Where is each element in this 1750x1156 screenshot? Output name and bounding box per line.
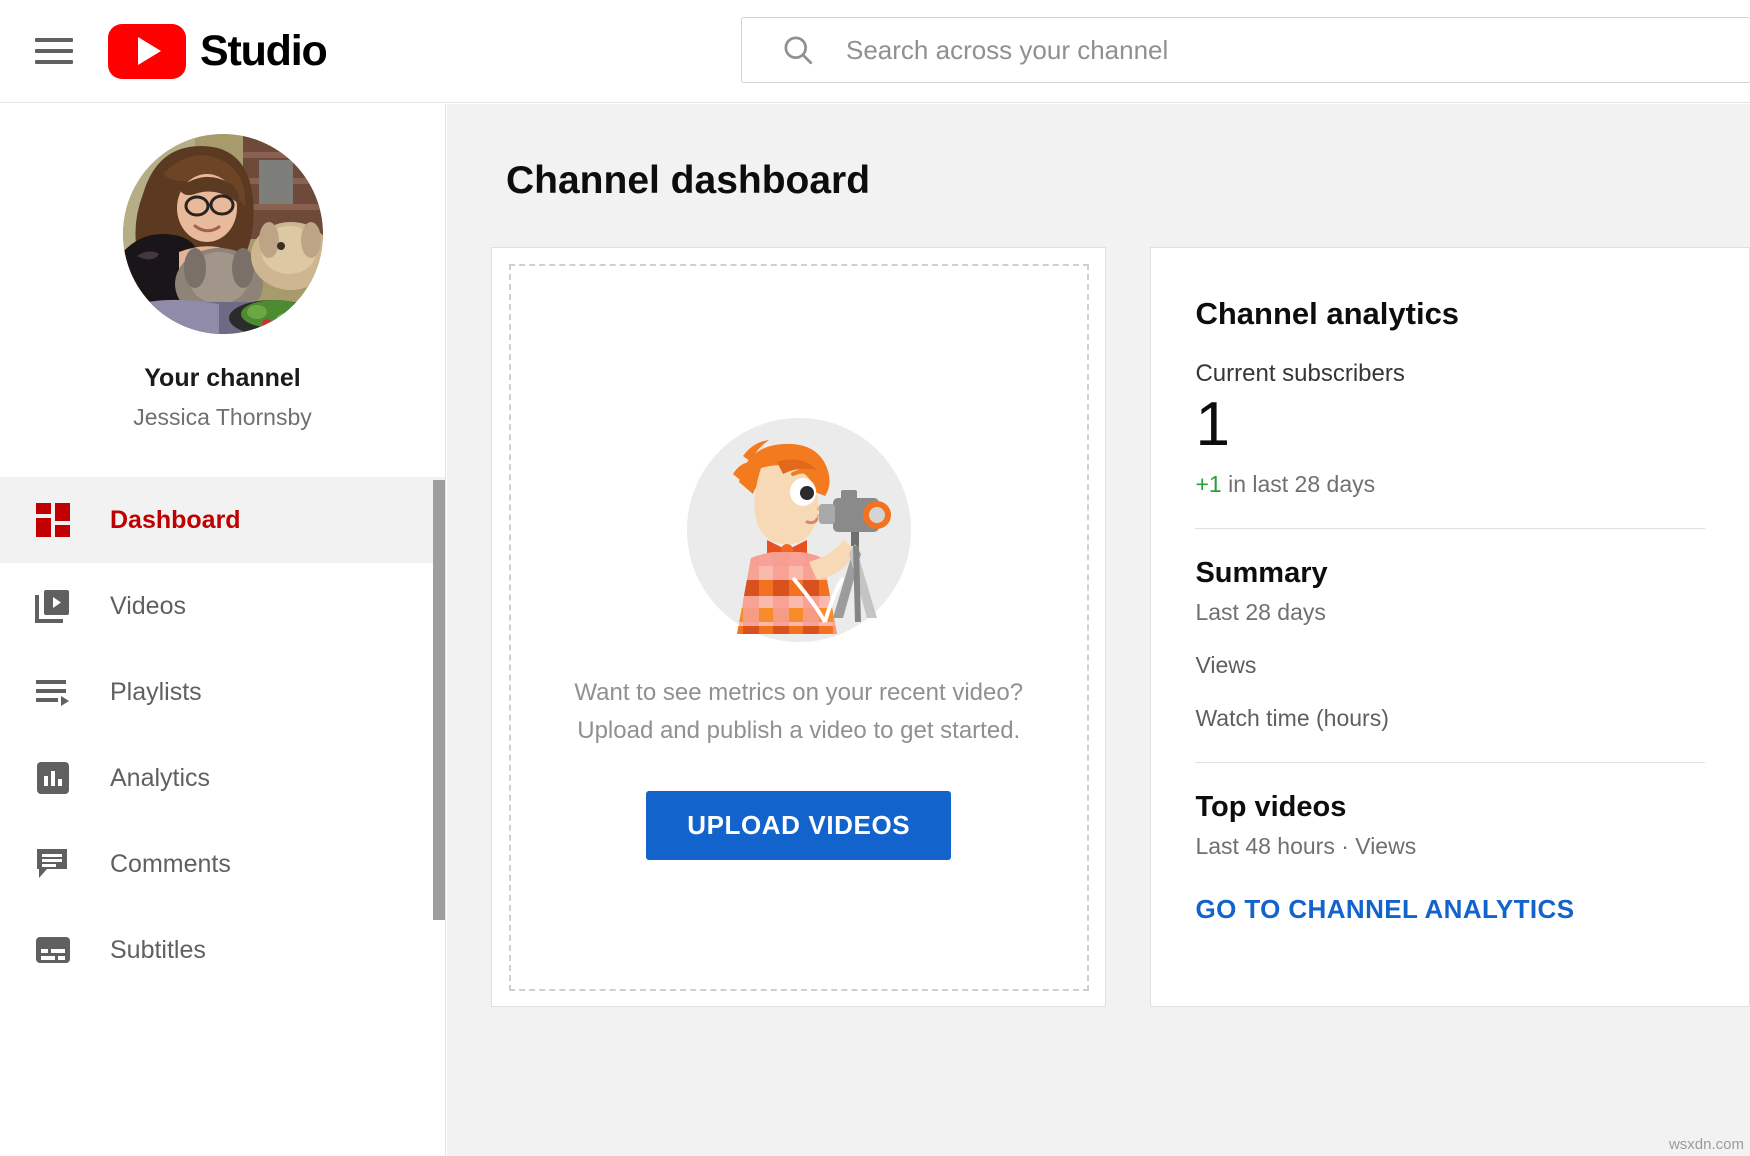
divider-1 [1195, 528, 1705, 529]
sidebar-item-label: Comments [110, 850, 231, 879]
youtube-studio-window: Studio [0, 0, 1750, 1156]
upload-prompt-line-2: Upload and publish a video to get starte… [574, 712, 1023, 749]
page-title: Channel dashboard [506, 159, 1750, 203]
sidebar-item-subtitles[interactable]: Subtitles [0, 907, 445, 993]
channel-name: Jessica Thornsby [133, 404, 312, 431]
summary-period: Last 28 days [1195, 599, 1705, 626]
avatar-photo [123, 134, 323, 334]
channel-analytics-card: Channel analytics Current subscribers 1 … [1150, 247, 1750, 1007]
upload-videos-button[interactable]: UPLOAD VIDEOS [646, 791, 951, 860]
upload-card: Want to see metrics on your recent video… [491, 247, 1106, 1007]
sidebar-item-label: Videos [110, 592, 186, 621]
sidebar-nav: Dashboard Videos [0, 477, 445, 993]
subscribers-delta-value: +1 [1195, 471, 1221, 497]
hamburger-menu-icon[interactable] [28, 25, 80, 77]
sidebar-item-analytics[interactable]: Analytics [0, 735, 445, 821]
top-videos-title: Top videos [1195, 791, 1705, 824]
analytics-title: Channel analytics [1195, 296, 1705, 332]
sidebar-item-label: Dashboard [110, 506, 241, 535]
upload-dropzone[interactable]: Want to see metrics on your recent video… [509, 264, 1089, 991]
sidebar-item-playlists[interactable]: Playlists [0, 649, 445, 735]
search-icon [780, 32, 816, 68]
go-to-channel-analytics-link[interactable]: GO TO CHANNEL ANALYTICS [1195, 894, 1574, 925]
menu-bar-2 [35, 49, 73, 53]
videos-stack-icon [30, 583, 76, 629]
current-subscribers-label: Current subscribers [1195, 360, 1705, 388]
analytics-bars-icon [30, 755, 76, 801]
sidebar-item-videos[interactable]: Videos [0, 563, 445, 649]
sidebar-scrollbar[interactable] [433, 480, 445, 920]
top-videos-period: Last 48 hours · Views [1195, 833, 1705, 860]
comments-bubble-icon [30, 841, 76, 887]
videographer-with-camera-illustration [681, 412, 917, 648]
upload-prompt: Want to see metrics on your recent video… [574, 674, 1023, 748]
watermark: wsxdn.com [1669, 1136, 1744, 1153]
sidebar: Your channel Jessica Thornsby Dashboard [0, 104, 446, 1156]
upload-prompt-line-1: Want to see metrics on your recent video… [574, 674, 1023, 711]
sidebar-item-comments[interactable]: Comments [0, 821, 445, 907]
dashboard-grid-icon [30, 497, 76, 543]
youtube-play-logo-icon [108, 24, 186, 79]
playlist-lines-icon [30, 669, 76, 715]
channel-summary: Your channel Jessica Thornsby [0, 104, 445, 431]
search-bar[interactable] [741, 17, 1750, 83]
menu-bar-1 [35, 38, 73, 42]
sidebar-item-label: Analytics [110, 764, 210, 793]
play-triangle [138, 37, 161, 65]
metric-watch-time: Watch time (hours) [1195, 705, 1705, 732]
menu-bar-3 [35, 60, 73, 64]
sidebar-item-dashboard[interactable]: Dashboard [0, 477, 445, 563]
current-subscribers-value: 1 [1195, 392, 1705, 457]
subscribers-delta: +1 in last 28 days [1195, 471, 1705, 498]
subscribers-delta-text: in last 28 days [1228, 471, 1375, 497]
avatar[interactable] [123, 134, 323, 334]
sidebar-item-label: Subtitles [110, 936, 206, 965]
dashboard-cards: Want to see metrics on your recent video… [491, 247, 1750, 1007]
top-app-bar: Studio [0, 0, 1750, 103]
search-input[interactable] [846, 35, 1750, 66]
subtitles-cc-icon [30, 927, 76, 973]
brand-word: Studio [200, 27, 327, 76]
sidebar-item-label: Playlists [110, 678, 202, 707]
divider-2 [1195, 762, 1705, 763]
studio-logo[interactable]: Studio [108, 24, 327, 79]
your-channel-label: Your channel [144, 364, 301, 393]
main-content: Channel dashboard [447, 104, 1750, 1156]
summary-title: Summary [1195, 557, 1705, 590]
metric-views: Views [1195, 652, 1705, 679]
